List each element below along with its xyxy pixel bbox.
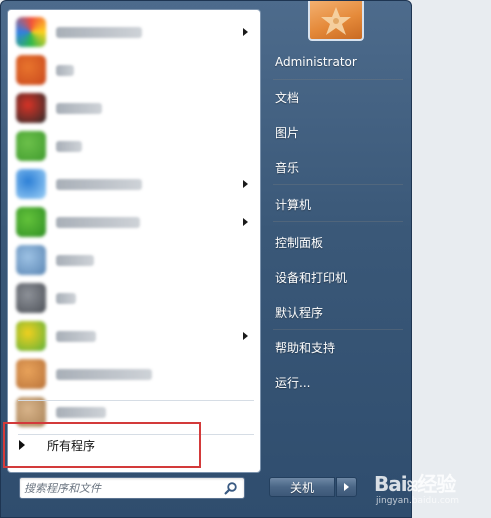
submenu-arrow-icon[interactable] xyxy=(243,180,248,188)
calculator-app-icon xyxy=(16,245,46,275)
pinned-program-item[interactable] xyxy=(12,204,258,240)
submenu-arrow-icon[interactable] xyxy=(243,28,248,36)
programs-panel xyxy=(7,9,261,473)
submenu-arrow-icon[interactable] xyxy=(243,218,248,226)
green-blocks-app-icon xyxy=(16,131,46,161)
pinned-program-item[interactable] xyxy=(12,90,258,126)
pinned-program-item[interactable] xyxy=(12,52,258,88)
blurred-program-label xyxy=(56,140,82,152)
orange-avatar-app-icon xyxy=(16,55,46,85)
places-separator xyxy=(273,221,403,222)
blurred-program-label xyxy=(56,216,140,228)
places-separator xyxy=(273,79,403,80)
blue-swirl-app-icon xyxy=(16,169,46,199)
green-circle-app-icon xyxy=(16,207,46,237)
shutdown-button[interactable]: 关机 xyxy=(269,477,335,497)
baidu-watermark: Baiꕤ经验 jingyan.baidu.com xyxy=(374,466,486,514)
places-item[interactable]: 控制面板 xyxy=(269,229,407,255)
places-item[interactable]: 帮助和支持 xyxy=(269,334,407,360)
blurred-program-label xyxy=(56,64,74,76)
pinned-program-item[interactable] xyxy=(12,128,258,164)
start-menu: 所有程序 Administrator 文档图片音乐计算机控制面板设备和打印机默认程… xyxy=(0,0,412,518)
blurred-program-label xyxy=(56,330,96,342)
places-item[interactable]: 文档 xyxy=(269,84,407,110)
pinned-program-item[interactable] xyxy=(12,14,258,50)
starfish-icon xyxy=(321,7,351,35)
pinned-program-item[interactable] xyxy=(12,356,258,392)
yellow-green-app-icon xyxy=(16,321,46,351)
places-item[interactable]: 音乐 xyxy=(269,154,407,180)
programs-separator xyxy=(18,400,254,401)
search-box[interactable] xyxy=(19,477,245,499)
pinned-program-item[interactable] xyxy=(12,242,258,278)
pinned-program-item[interactable] xyxy=(12,318,258,354)
places-item[interactable]: 图片 xyxy=(269,119,407,145)
blurred-program-label xyxy=(56,406,106,418)
colorful-flower-app-icon xyxy=(16,17,46,47)
blurred-program-label xyxy=(56,292,76,304)
pinned-program-item[interactable] xyxy=(12,280,258,316)
places-item[interactable]: 设备和打印机 xyxy=(269,264,407,290)
search-icon[interactable] xyxy=(224,481,238,495)
blurred-program-label xyxy=(56,368,152,380)
all-programs-label: 所有程序 xyxy=(47,438,96,453)
gray-gear-app-icon xyxy=(16,283,46,313)
expand-arrow-icon xyxy=(19,440,25,450)
red-bird-app-icon xyxy=(16,93,46,123)
all-programs-button[interactable]: 所有程序 xyxy=(3,422,201,468)
places-item[interactable]: 计算机 xyxy=(269,191,407,217)
places-item[interactable]: 默认程序 xyxy=(269,299,407,325)
blurred-program-label xyxy=(56,26,142,38)
places-item[interactable]: 运行... xyxy=(269,369,407,395)
chevron-right-icon xyxy=(344,483,349,491)
shutdown-options-button[interactable] xyxy=(336,477,357,497)
pinned-program-item[interactable] xyxy=(12,166,258,202)
blurred-program-label xyxy=(56,254,94,266)
places-separator xyxy=(273,184,403,185)
places-item[interactable]: Administrator xyxy=(269,49,407,75)
user-account-picture[interactable] xyxy=(308,1,364,41)
watermark-logo: Baiꕤ经验 xyxy=(374,472,456,496)
search-input[interactable] xyxy=(24,480,220,496)
places-separator xyxy=(273,329,403,330)
watermark-url: jingyan.baidu.com xyxy=(376,496,460,506)
orange-folder-app-icon xyxy=(16,359,46,389)
blurred-program-label xyxy=(56,178,142,190)
blurred-program-label xyxy=(56,102,102,114)
submenu-arrow-icon[interactable] xyxy=(243,332,248,340)
